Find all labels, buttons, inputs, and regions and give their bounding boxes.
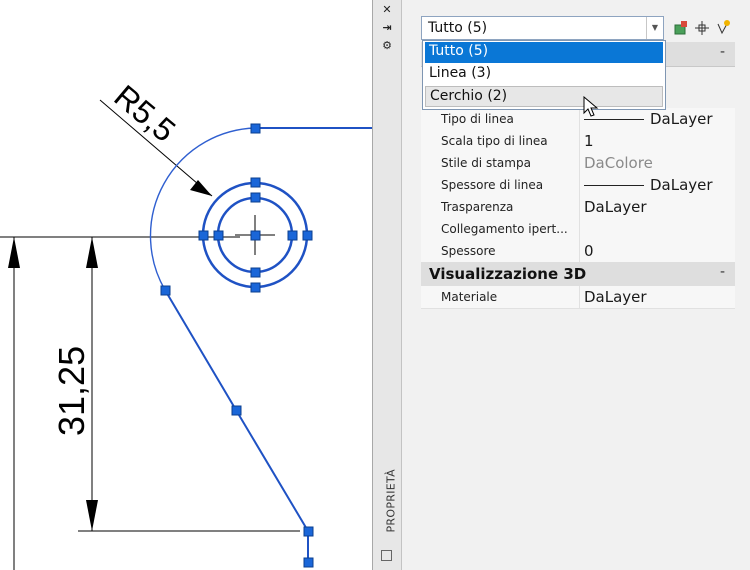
- grip[interactable]: [250, 282, 261, 293]
- radius-arrow: [190, 180, 212, 196]
- slanted-line[interactable]: [164, 289, 309, 565]
- palette-title-bar[interactable]: ✕ ⇥ ⚙ PROPRIETÀ: [373, 0, 402, 570]
- chevron-down-icon[interactable]: ▼: [646, 17, 663, 39]
- property-label: Tipo di linea: [441, 112, 514, 126]
- property-value: DaColore: [584, 154, 653, 172]
- toggle-pickadd-icon[interactable]: [672, 19, 690, 37]
- section-3d-visualization[interactable]: Visualizzazione 3D -: [421, 262, 735, 287]
- property-value[interactable]: DaLayer: [584, 110, 713, 128]
- row-spessore-di-linea[interactable]: Spessore di linea DaLayer: [421, 174, 735, 197]
- grip[interactable]: [198, 230, 209, 241]
- property-value[interactable]: DaLayer: [584, 198, 647, 216]
- object-type-dropdown[interactable]: Tutto (5) Linea (3) Cerchio (2): [422, 40, 666, 110]
- mouse-cursor-icon: [583, 96, 599, 117]
- linetype-swatch: [584, 119, 644, 120]
- arc[interactable]: [149, 127, 256, 291]
- row-stile-di-stampa[interactable]: Stile di stampa DaColore: [421, 152, 735, 175]
- dimension-arrow-top: [86, 237, 98, 268]
- gear-icon[interactable]: ⚙: [381, 40, 393, 52]
- grip[interactable]: [250, 267, 261, 278]
- section-title: Visualizzazione 3D: [429, 265, 587, 283]
- option-cerchio[interactable]: Cerchio (2): [425, 86, 663, 107]
- collapse-icon[interactable]: -: [720, 44, 725, 60]
- outer-dimension-arrow: [8, 237, 20, 268]
- quick-select-icon[interactable]: [714, 19, 732, 37]
- dimension-text-vertical: 31,25: [51, 346, 92, 436]
- grip[interactable]: [160, 285, 171, 296]
- property-label: Scala tipo di linea: [441, 134, 548, 148]
- property-label: Stile di stampa: [441, 156, 531, 170]
- property-label: Spessore: [441, 244, 496, 258]
- properties-palette: ✕ ⇥ ⚙ PROPRIETÀ Tutto (5) ▼ - Tipo di li…: [372, 0, 750, 570]
- palette-title: PROPRIETÀ: [384, 469, 398, 533]
- grip[interactable]: [250, 230, 261, 241]
- property-value[interactable]: 0: [584, 242, 594, 260]
- property-label: Materiale: [441, 290, 498, 304]
- option-tutto[interactable]: Tutto (5): [425, 42, 663, 63]
- dimension-arrow-bottom: [86, 500, 98, 531]
- row-materiale[interactable]: Materiale DaLayer: [421, 286, 735, 309]
- close-icon[interactable]: ✕: [381, 4, 393, 16]
- grip[interactable]: [303, 557, 314, 568]
- row-tipo-di-linea[interactable]: Tipo di linea DaLayer: [421, 108, 735, 131]
- select-objects-icon[interactable]: [693, 19, 711, 37]
- row-trasparenza[interactable]: Trasparenza DaLayer: [421, 196, 735, 219]
- autohide-icon[interactable]: ⇥: [381, 22, 393, 34]
- property-value[interactable]: DaLayer: [584, 176, 713, 194]
- row-scala-tipo-di-linea[interactable]: Scala tipo di linea 1: [421, 130, 735, 153]
- property-value[interactable]: DaLayer: [584, 288, 647, 306]
- selector-value: Tutto (5): [428, 20, 488, 36]
- row-collegamento-ipertestuale[interactable]: Collegamento ipert...: [421, 218, 735, 241]
- grip[interactable]: [287, 230, 298, 241]
- grip[interactable]: [302, 230, 313, 241]
- grip[interactable]: [213, 230, 224, 241]
- lineweight-swatch: [584, 185, 644, 186]
- property-label: Trasparenza: [441, 200, 514, 214]
- grip[interactable]: [250, 177, 261, 188]
- property-value[interactable]: 1: [584, 132, 594, 150]
- cad-drawing[interactable]: 31,25 R5,5: [0, 0, 372, 570]
- option-linea[interactable]: Linea (3): [425, 64, 663, 85]
- property-label: Collegamento ipert...: [441, 222, 568, 236]
- collapse-icon[interactable]: -: [720, 264, 725, 280]
- grip[interactable]: [231, 405, 242, 416]
- property-label: Spessore di linea: [441, 178, 544, 192]
- grip[interactable]: [250, 192, 261, 203]
- palette-menu-icon[interactable]: [381, 550, 392, 561]
- row-spessore[interactable]: Spessore 0: [421, 240, 735, 263]
- grip[interactable]: [250, 123, 261, 134]
- grip[interactable]: [303, 526, 314, 537]
- object-type-selector[interactable]: Tutto (5) ▼: [421, 16, 664, 40]
